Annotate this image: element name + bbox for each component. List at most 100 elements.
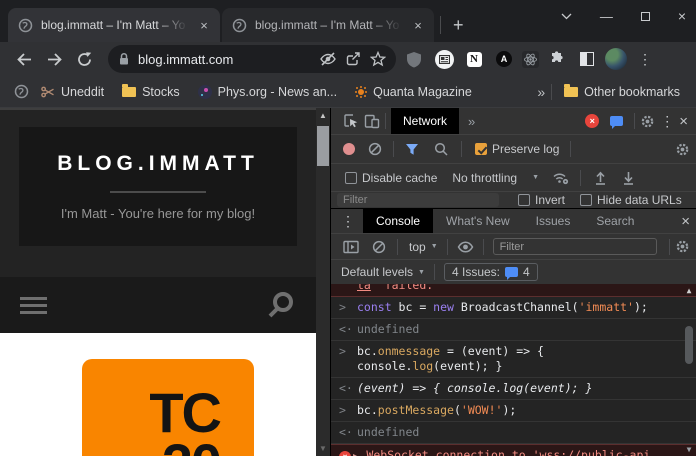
dark-mode-extension-icon[interactable] — [575, 47, 599, 71]
hide-data-urls-checkbox[interactable] — [580, 194, 592, 206]
console-sidebar-toggle-icon[interactable] — [343, 240, 359, 254]
issues-count-button[interactable]: 4 Issues: 4 — [444, 263, 538, 281]
bookmark-physorg[interactable]: Phys.org - News an... — [192, 85, 344, 99]
console-filter-input[interactable] — [493, 238, 657, 255]
network-filter-input[interactable] — [337, 193, 499, 207]
drawer-tab-search[interactable]: Search — [583, 209, 647, 233]
post-featured-image[interactable]: TC 20 — [82, 359, 254, 456]
drawer-tab-console[interactable]: Console — [363, 209, 433, 233]
window-minimize-button[interactable]: — — [600, 9, 613, 24]
throttling-select[interactable]: No throttling — [452, 171, 517, 185]
browser-toolbar: blog.immatt.com N A ⋮ — [0, 42, 696, 76]
network-search-icon[interactable] — [434, 142, 448, 156]
devtools-panel: Network » × ⋮ × Preserve log — [330, 108, 696, 456]
notion-extension-icon[interactable]: N — [462, 47, 486, 71]
invert-checkbox[interactable] — [518, 194, 530, 206]
console-drawer-tabs: ⋮ Console What's New Issues Search × — [331, 208, 696, 233]
divider — [580, 170, 581, 186]
back-icon[interactable] — [12, 47, 36, 71]
devtools-settings-icon[interactable] — [640, 114, 655, 129]
bookmark-folder-stocks[interactable]: Stocks — [116, 85, 186, 99]
drawer-tab-whats-new[interactable]: What's New — [433, 209, 523, 233]
clear-console-icon[interactable] — [372, 240, 386, 254]
more-panels-icon[interactable]: » — [468, 114, 475, 129]
devtools-tab-network[interactable]: Network — [391, 108, 459, 134]
scroll-down-icon[interactable]: ▼ — [316, 444, 330, 453]
inspect-element-icon[interactable] — [343, 113, 359, 129]
window-close-button[interactable]: × — [678, 8, 686, 24]
issues-bubble-icon[interactable] — [610, 116, 623, 126]
tab-close-icon[interactable]: × — [196, 17, 212, 33]
window-maximize-button[interactable] — [641, 12, 650, 21]
site-search-icon[interactable] — [266, 290, 296, 320]
page-scrollbar[interactable]: ▲ ▼ — [316, 108, 330, 456]
url-text[interactable]: blog.immatt.com — [138, 52, 311, 67]
reload-icon[interactable] — [72, 47, 96, 71]
tab-close-icon[interactable]: × — [410, 17, 426, 33]
drawer-close-icon[interactable]: × — [681, 213, 690, 230]
preserve-log-checkbox[interactable] — [475, 143, 487, 155]
console-output: ta' failed.>const bc = new BroadcastChan… — [331, 284, 696, 456]
expand-triangle-icon[interactable]: ▶ — [353, 452, 358, 456]
console-scrollbar[interactable]: ▲ ▼ — [683, 286, 695, 454]
browser-menu-icon[interactable]: ⋮ — [633, 47, 657, 71]
eye-off-icon[interactable] — [319, 51, 337, 67]
bookmark-quanta[interactable]: Quanta Magazine — [349, 85, 478, 99]
network-settings-icon[interactable] — [675, 142, 690, 157]
disable-cache-checkbox[interactable] — [345, 172, 357, 184]
divider — [483, 239, 484, 255]
network-conditions-icon[interactable] — [552, 170, 569, 185]
a-extension-icon[interactable]: A — [492, 47, 516, 71]
bookmark-uneddit[interactable]: Uneddit — [35, 85, 110, 99]
console-settings-icon[interactable] — [675, 239, 690, 254]
drawer-menu-icon[interactable]: ⋮ — [333, 213, 363, 230]
site-title[interactable]: BLOG.IMMATT — [57, 152, 259, 176]
error-count-badge[interactable]: × — [585, 114, 599, 128]
new-tab-button[interactable]: + — [453, 15, 464, 36]
scrollbar-thumb[interactable] — [685, 326, 693, 364]
share-icon[interactable] — [345, 51, 362, 67]
scroll-up-icon[interactable]: ▲ — [316, 111, 330, 120]
divider — [461, 141, 462, 157]
chevron-down-icon: ▼ — [431, 243, 438, 250]
invert-label: Invert — [535, 193, 565, 207]
tab-strip: blog.immatt – I'm Matt – Yo × blog.immat… — [0, 0, 696, 42]
network-filter-icon[interactable] — [405, 143, 419, 156]
scrollbar-thumb[interactable] — [317, 126, 329, 166]
bookmark-star-icon[interactable] — [370, 51, 386, 67]
devtools-close-icon[interactable]: × — [679, 113, 688, 130]
export-har-icon[interactable] — [622, 171, 635, 185]
bookmarks-overflow-icon[interactable]: » — [537, 84, 545, 100]
error-link[interactable]: wss://public-api. — [540, 448, 658, 456]
scroll-down-icon[interactable]: ▼ — [683, 445, 695, 454]
log-levels-select[interactable]: Default levels — [341, 265, 413, 279]
scroll-up-icon[interactable]: ▲ — [687, 286, 692, 295]
device-toolbar-icon[interactable] — [364, 114, 380, 129]
record-network-log-icon[interactable] — [343, 143, 355, 155]
forward-icon[interactable] — [42, 47, 66, 71]
live-expression-eye-icon[interactable] — [457, 241, 474, 253]
window-chevron-icon[interactable] — [561, 13, 572, 20]
browser-tab-1[interactable]: blog.immatt – I'm Matt – Yo × — [8, 8, 220, 42]
console-result-marker: <· — [339, 381, 351, 396]
other-bookmarks-folder[interactable]: Other bookmarks — [558, 85, 686, 99]
console-context-select[interactable]: top — [409, 240, 426, 254]
web-page: BLOG.IMMATT I'm Matt - You're here for m… — [0, 108, 316, 456]
error-circle-icon: × — [339, 451, 351, 456]
react-devtools-extension-icon[interactable] — [522, 51, 539, 68]
ublock-extension-icon[interactable] — [402, 47, 426, 71]
drawer-tab-issues[interactable]: Issues — [523, 209, 584, 233]
hamburger-menu-icon[interactable] — [20, 293, 47, 318]
devtools-menu-icon[interactable]: ⋮ — [660, 113, 674, 130]
browser-tab-2[interactable]: blog.immatt – I'm Matt – Yo × — [222, 8, 434, 42]
error-link[interactable]: ta — [357, 284, 371, 292]
news-extension-icon[interactable] — [432, 47, 456, 71]
bookmark-label: Uneddit — [61, 85, 104, 99]
address-bar[interactable]: blog.immatt.com — [108, 45, 396, 73]
extensions-puzzle-icon[interactable] — [545, 47, 569, 71]
clear-network-icon[interactable] — [368, 142, 382, 156]
profile-avatar[interactable] — [605, 48, 627, 70]
import-har-icon[interactable] — [594, 171, 607, 185]
apps-globe-icon[interactable] — [14, 84, 29, 99]
chevron-down-icon: ▼ — [418, 269, 425, 276]
